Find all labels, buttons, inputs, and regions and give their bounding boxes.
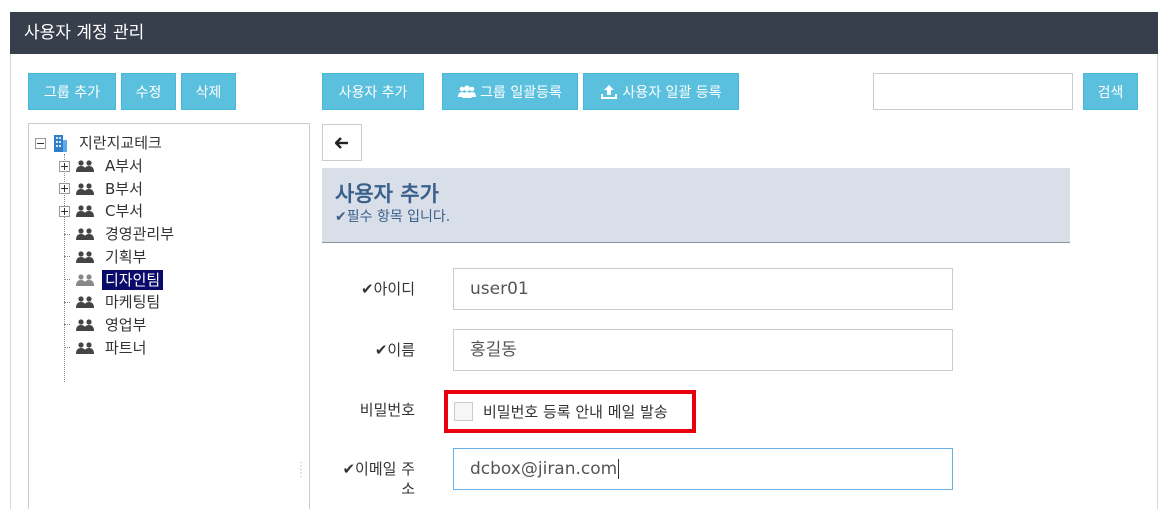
expand-icon[interactable] [59,205,70,217]
tree-item-label: C부서 [105,202,144,221]
people-icon [76,160,94,172]
password-mail-label: 비밀번호 등록 안내 메일 발송 [483,403,668,421]
id-field[interactable]: user01 [453,268,953,310]
panel-splitter-grip[interactable]: ⋮ ⋮ [296,462,306,485]
text-caret [618,459,620,479]
check-icon: ✔ [374,341,388,359]
tree-item-label: 마케팅팀 [105,293,161,312]
check-icon: ✔ [335,209,347,225]
tree-branch-line [59,297,70,308]
tree-item-label: 디자인팀 [102,269,164,290]
name-label-text: 이름 [387,341,415,359]
email-label-line1: 이메일 주 [355,460,415,478]
tree-branch-line [59,229,70,240]
window-title: 사용자 계정 관리 [10,12,1158,54]
arrow-left-icon [335,136,349,149]
id-label-text: 아이디 [373,280,415,298]
email-label: ✔이메일 주소 [323,459,415,499]
expand-icon[interactable] [59,183,70,195]
people-icon [76,251,94,263]
tree-root-node[interactable]: 지란지교테크 [35,132,165,154]
tree-branch-line [59,342,70,353]
name-label: ✔이름 [323,340,415,360]
email-value: dcbox@jiran.com [470,459,618,479]
people-icon [76,319,94,331]
tree-item-label: 기획부 [105,247,147,266]
bulk-group-button-label: 그룹 일괄등록 [480,84,562,101]
tree-item[interactable]: 디자인팀 [59,269,164,291]
email-field[interactable]: dcbox@jiran.com [453,448,953,490]
required-note: 필수 항목 입니다. [346,209,451,225]
tree-item[interactable]: 기획부 [59,246,149,268]
expand-icon[interactable] [59,160,70,172]
add-user-button-label: 사용자 추가 [338,84,408,101]
form-header: 사용자 추가 ✔필수 항목 입니다. [322,168,1070,243]
collapse-icon[interactable] [35,137,46,149]
tree-root-label: 지란지교테크 [79,134,162,152]
tree-item[interactable]: 영업부 [59,314,149,336]
delete-button[interactable]: 삭제 [181,73,236,110]
password-label: 비밀번호 [359,401,415,419]
email-label-line2: 소 [401,480,415,498]
people-icon [76,205,94,218]
building-icon [52,134,68,152]
search-input[interactable] [873,73,1073,110]
add-group-button[interactable]: 그룹 추가 [28,73,116,110]
password-mail-highlight: 비밀번호 등록 안내 메일 발송 [444,390,696,433]
people-icon [76,341,94,354]
tree-item-label: 파트너 [105,338,147,357]
people-icon [76,183,94,195]
add-group-button-label: 그룹 추가 [44,84,100,101]
tree-branch-line [59,319,70,330]
tree-item-label: B부서 [105,179,143,198]
add-user-button[interactable]: 사용자 추가 [322,73,424,110]
check-icon: ✔ [342,460,356,478]
org-tree: 지란지교테크 A부서 B부서 C부서경영관리부기획부디자인팀마케팅팀영업부파트너 [29,124,309,509]
tree-item[interactable]: C부서 [59,200,146,222]
bulk-group-button[interactable]: 그룹 일괄등록 [442,73,578,110]
tree-item-label: 영업부 [105,315,147,334]
check-icon: ✔ [361,280,374,298]
edit-button[interactable]: 수정 [121,73,176,110]
back-button[interactable] [322,124,362,161]
search-button-label: 검색 [1097,84,1124,101]
password-mail-checkbox[interactable] [454,402,473,421]
tree-item[interactable]: 파트너 [59,337,149,359]
tree-item[interactable]: A부서 [59,155,146,177]
upload-icon [600,84,618,100]
tree-item-label: A부서 [105,157,143,175]
tree-item[interactable]: 마케팅팀 [59,291,163,313]
delete-button-label: 삭제 [195,84,222,101]
tree-branch-line [59,251,70,262]
form-subtitle: ✔필수 항목 입니다. [335,208,1070,226]
people-icon [76,228,94,241]
bulk-user-button[interactable]: 사용자 일괄 등록 [583,73,739,110]
search-button[interactable]: 검색 [1083,73,1138,110]
edit-button-label: 수정 [135,84,162,101]
name-field[interactable]: 홍길동 [453,329,953,371]
people-icon [76,273,94,286]
tree-item-label: 경영관리부 [105,225,175,244]
id-label: ✔아이디 [323,279,415,299]
form-title: 사용자 추가 [335,182,439,206]
bulk-user-button-label: 사용자 일괄 등록 [622,84,722,101]
users-group-icon [458,85,477,99]
people-icon [76,296,94,309]
tree-item[interactable]: 경영관리부 [59,223,177,245]
tree-item[interactable]: B부서 [59,178,146,200]
tree-branch-line [59,274,70,285]
org-tree-panel: 지란지교테크 A부서 B부서 C부서경영관리부기획부디자인팀마케팅팀영업부파트너 [28,123,310,509]
